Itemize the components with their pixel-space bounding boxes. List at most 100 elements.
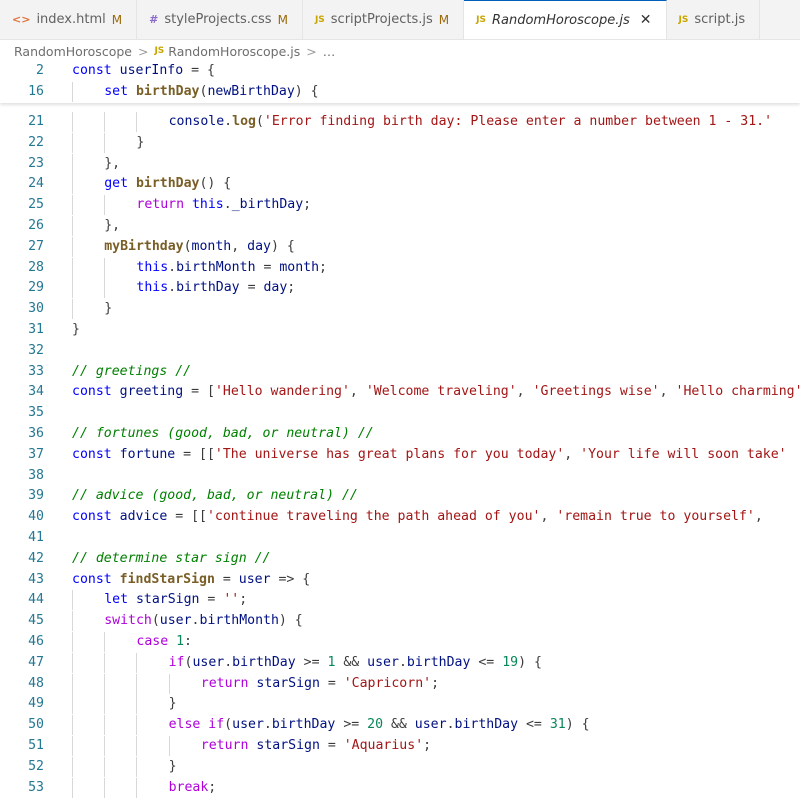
code-line-46[interactable]: 46 case 1: <box>0 632 800 652</box>
code-line-35[interactable]: 35 <box>0 403 800 423</box>
code-line-23[interactable]: 23}, <box>0 153 800 174</box>
code-line-27[interactable]: 27 myBirthday(month, day) { <box>0 236 800 257</box>
code-line-25[interactable]: 25 return this._birthDay; <box>0 195 800 216</box>
code-token: ; <box>287 280 296 296</box>
indent-guide <box>136 652 138 673</box>
code-token: = [[ <box>175 446 215 462</box>
code-token: ; <box>423 738 432 753</box>
code-line-52[interactable]: 52} <box>0 756 800 777</box>
code-token: , <box>231 238 248 254</box>
code-line-34[interactable]: 34 const greeting = ['Hello wandering', '… <box>0 382 800 402</box>
code-token: this <box>136 259 169 275</box>
line-number: 32 <box>28 342 44 358</box>
code-token: ; <box>431 675 440 691</box>
code-token: 'Your life will soon take' <box>580 446 787 462</box>
code-line-26[interactable]: 26}, <box>0 216 800 236</box>
code-token: log <box>232 114 256 129</box>
tab-styleprojects-css[interactable]: # styleProjects.css M <box>137 0 303 39</box>
breadcrumb-file[interactable]: RandomHoroscope.js <box>168 44 300 59</box>
code-token: month <box>279 259 320 275</box>
code-line-38[interactable]: 38 <box>0 466 800 486</box>
code-token: return <box>200 675 257 691</box>
line-number: 25 <box>28 197 44 213</box>
code-line-43[interactable]: 43 const findStarSign = user => { <box>0 570 800 590</box>
indent-guide <box>104 715 106 736</box>
code-line-49[interactable]: 49} <box>0 694 800 715</box>
code-token: } <box>136 134 145 150</box>
code-token: switch <box>104 613 152 629</box>
code-token: // fortunes (good, bad, or neutral) // <box>72 426 374 441</box>
code-token: 'Error finding birth day: Please enter a… <box>263 114 773 129</box>
code-token: else if <box>168 717 225 733</box>
line-number: 42 <box>28 550 44 566</box>
code-line-39[interactable]: 39 // advice (good, bad, or neutral) // <box>0 486 800 506</box>
code-line-29[interactable]: 29 this.birthDay = day; <box>0 278 800 299</box>
indent-guide <box>72 694 73 715</box>
tab-scriptprojects-js[interactable]: JS scriptProjects.js M <box>303 0 465 39</box>
breadcrumb: RandomHoroscope > JS RandomHoroscope.js … <box>0 40 800 62</box>
tab-script-js[interactable]: JS script.js <box>667 0 761 39</box>
code-line-40[interactable]: 40 const advice = [['continue traveling t… <box>0 507 800 527</box>
code-token: starSign <box>256 738 320 753</box>
code-token: . <box>446 717 455 733</box>
code-line-53[interactable]: 53 break; <box>0 777 800 798</box>
breadcrumb-more[interactable]: … <box>323 44 336 59</box>
code-line-44[interactable]: 44 let starSign = ''; <box>0 590 800 611</box>
code-token: >= <box>335 717 368 733</box>
code-line-51[interactable]: 51 return starSign = 'Aquarius'; <box>0 736 800 756</box>
code-line-47[interactable]: 47 if(user.birthDay >= 1 && user.birthDay… <box>0 652 800 673</box>
indent-guide <box>72 82 73 102</box>
code-line-50[interactable]: 50 else if(user.birthDay >= 20 && user.bi… <box>0 715 800 736</box>
code-text: return this._birthDay; <box>136 195 311 215</box>
line-number: 28 <box>28 259 44 275</box>
code-line-16[interactable]: 16 set birthDay(newBirthDay) { <box>0 82 800 102</box>
code-line-31[interactable]: 31} <box>0 320 800 340</box>
code-line-32[interactable]: 32 <box>0 341 800 361</box>
indent-guide <box>72 715 73 736</box>
code-token: . <box>168 280 177 296</box>
sticky-scroll-header[interactable]: 2 const userInfo = {16 set birthDay(newBir… <box>0 61 800 103</box>
code-line-30[interactable]: 30} <box>0 299 800 320</box>
code-line-45[interactable]: 45 switch(user.birthMonth) { <box>0 611 800 632</box>
code-token: if <box>168 654 185 670</box>
code-token: <= <box>518 717 550 733</box>
code-line-22[interactable]: 22} <box>0 132 800 153</box>
code-token: this <box>136 280 169 296</box>
code-line-42[interactable]: 42 // determine star sign // <box>0 549 800 569</box>
code-line-33[interactable]: 33 // greetings // <box>0 362 800 382</box>
code-token: } <box>72 322 80 337</box>
css-file-icon: # <box>149 13 159 26</box>
code-editor[interactable]: 21 console.log('Error finding birth day: … <box>0 103 800 800</box>
code-line-37[interactable]: 37 const fortune = [['The universe has gr… <box>0 445 800 465</box>
tab-index-html[interactable]: <> index.html M <box>0 0 138 39</box>
code-token: 20 <box>367 717 384 733</box>
code-line-41[interactable]: 41 <box>0 528 800 548</box>
code-text: this.birthMonth = month; <box>136 258 327 278</box>
code-line-28[interactable]: 28 this.birthMonth = month; <box>0 257 800 278</box>
line-number: 33 <box>28 363 44 379</box>
code-token: case <box>136 634 177 649</box>
code-token: 'continue traveling the path ahead of yo… <box>206 509 541 525</box>
code-line-21[interactable]: 21 console.log('Error finding birth day: … <box>0 112 800 132</box>
line-number: 24 <box>28 176 44 192</box>
code-text: const findStarSign = user => { <box>72 570 310 590</box>
code-token: console <box>168 114 225 129</box>
code-token: birthDay <box>271 717 336 733</box>
tab-randomhoroscope-js[interactable]: JS RandomHoroscope.js ✕ <box>464 0 667 39</box>
code-token: . <box>263 717 272 733</box>
code-text: switch(user.birthMonth) { <box>104 611 303 631</box>
code-token: 'Aquarius' <box>343 738 424 753</box>
indent-guide <box>72 278 73 299</box>
code-line-36[interactable]: 36 // fortunes (good, bad, or neutral) // <box>0 424 800 444</box>
code-token: user <box>192 654 225 670</box>
indent-guide <box>72 673 73 694</box>
close-icon[interactable]: ✕ <box>640 12 652 28</box>
code-line-24[interactable]: 24 get birthDay() { <box>0 174 800 195</box>
code-token: = <box>319 675 344 691</box>
code-line-48[interactable]: 48 return starSign = 'Capricorn'; <box>0 673 800 694</box>
breadcrumb-folder[interactable]: RandomHoroscope <box>14 44 132 59</box>
code-line-2[interactable]: 2 const userInfo = { <box>0 61 800 81</box>
line-number: 37 <box>28 446 44 462</box>
indent-guide <box>72 236 73 257</box>
line-number: 26 <box>28 218 44 233</box>
